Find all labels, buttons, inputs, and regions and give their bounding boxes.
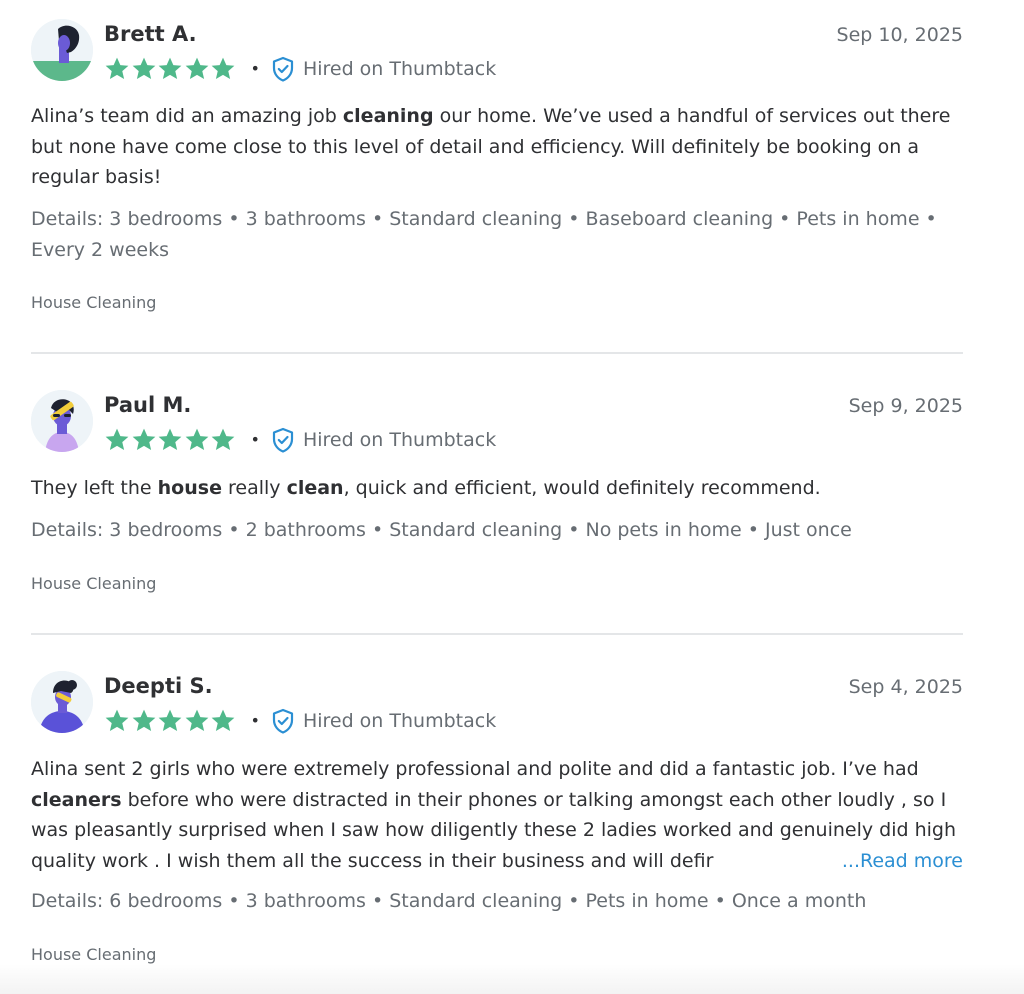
star-icon [104,56,131,82]
reviewer-name: Deepti S. [104,674,213,698]
review-details: Details: 6 bedrooms • 3 bathrooms • Stan… [31,890,867,912]
separator-dot: • [250,59,260,78]
read-more-link[interactable]: ...Read more [839,846,963,876]
rating-row: • Hired on Thumbtack [104,427,496,453]
review-text: Alina’s team did an amazing job cleaning… [31,105,951,188]
shield-check-icon [271,56,295,82]
divider [31,633,963,635]
star-icon [104,427,131,453]
star-icon [157,427,184,453]
star-icon [131,56,158,82]
star-icon [157,708,184,734]
separator-dot: • [250,711,260,730]
hired-badge: Hired on Thumbtack [302,58,497,80]
review-details: Details: 3 bedrooms • 2 bathrooms • Stan… [31,519,852,541]
review-date: Sep 4, 2025 [848,676,963,698]
hired-badge: Hired on Thumbtack [302,710,497,732]
text-fade [784,846,839,876]
star-icon [131,708,158,734]
service-category: House Cleaning [31,945,157,964]
star-icon [184,708,211,734]
service-category: House Cleaning [31,293,157,312]
reviewer-name: Paul M. [104,393,192,417]
avatar [31,19,93,81]
review-date: Sep 9, 2025 [848,395,963,417]
avatar [31,671,93,733]
shield-check-icon [271,708,295,734]
rating-row: • Hired on Thumbtack [104,708,496,734]
page-bottom-fade [0,964,1024,994]
star-icon [131,427,158,453]
separator-dot: • [250,430,260,449]
star-icon [210,427,237,453]
hired-badge: Hired on Thumbtack [302,429,497,451]
star-rating [104,708,237,734]
star-icon [210,708,237,734]
review-text: They left the house really clean, quick … [31,477,821,499]
shield-check-icon [271,427,295,453]
review-details: Details: 3 bedrooms • 3 bathrooms • Stan… [31,208,937,261]
review-text-overlay: ...Read more [31,754,963,876]
divider [31,352,963,354]
star-icon [184,56,211,82]
rating-row: • Hired on Thumbtack [104,56,496,82]
reviewer-name: Brett A. [104,22,197,46]
star-rating [104,56,237,82]
star-icon [157,56,184,82]
service-category: House Cleaning [31,574,157,593]
star-icon [184,427,211,453]
avatar [31,390,93,452]
review-date: Sep 10, 2025 [836,24,963,46]
star-icon [104,708,131,734]
star-rating [104,427,237,453]
star-icon [210,56,237,82]
